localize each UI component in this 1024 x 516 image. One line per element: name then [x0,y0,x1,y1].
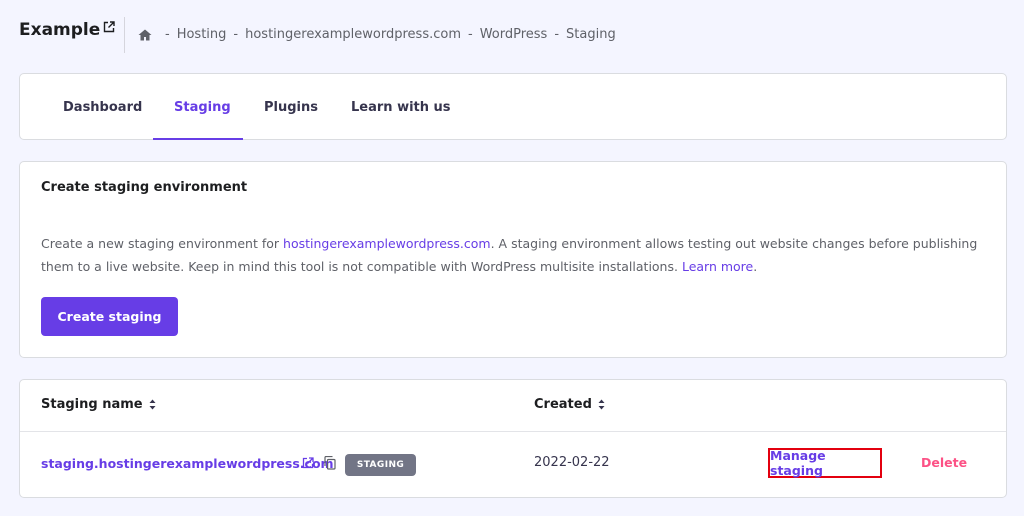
tabs-card: Dashboard Staging Plugins Learn with us [19,73,1007,140]
staging-name-link[interactable]: staging.hostingerexamplewordpress.com [41,456,334,471]
tab-learn-with-us[interactable]: Learn with us [351,74,451,140]
created-date: 2022-02-22 [534,455,610,470]
breadcrumb-separator: - [233,27,239,42]
description-text: . [753,259,758,274]
external-link-icon[interactable] [302,457,314,469]
sort-icon[interactable] [598,399,605,410]
table-row: staging.hostingerexamplewordpress.com ST… [20,432,1006,498]
create-staging-card: Create staging environment Create a new … [19,161,1007,358]
active-tab-indicator [153,138,243,140]
column-header-label: Created [534,397,592,412]
breadcrumb: - Hosting - hostingerexamplewordpress.co… [138,27,616,42]
breadcrumb-separator: - [165,27,170,42]
tab-dashboard[interactable]: Dashboard [63,74,142,140]
breadcrumb-separator: - [468,27,473,42]
create-staging-title: Create staging environment [41,180,248,195]
sort-icon[interactable] [149,399,156,410]
breadcrumb-item-staging: Staging [566,27,616,42]
domain-link[interactable]: hostingerexamplewordpress.com [283,236,491,251]
column-header-label: Staging name [41,397,143,412]
staging-badge: STAGING [345,454,416,476]
breadcrumb-item-hosting[interactable]: Hosting [177,27,227,42]
create-staging-button[interactable]: Create staging [41,297,178,336]
tab-plugins[interactable]: Plugins [264,74,318,140]
page-header: Example - Hosting - hostingerexampleword… [0,0,1024,70]
create-staging-description: Create a new staging environment for hos… [41,232,991,278]
manage-staging-link[interactable]: Manage staging [768,448,882,478]
copy-icon[interactable] [324,456,336,470]
site-title: Example [19,20,115,40]
column-header-created[interactable]: Created [534,397,605,412]
site-title-text: Example [19,20,101,40]
description-text: Create a new staging environment for [41,236,284,251]
header-divider [124,17,125,53]
staging-table: Staging name Created staging.hostingerex… [19,379,1007,498]
delete-link[interactable]: Delete [921,455,967,470]
column-header-staging-name[interactable]: Staging name [41,397,156,412]
tab-staging[interactable]: Staging [174,74,231,140]
breadcrumb-item-wordpress[interactable]: WordPress [480,27,548,42]
external-link-icon[interactable] [103,21,115,33]
home-icon[interactable] [138,29,152,41]
learn-more-link[interactable]: Learn more [682,259,753,274]
breadcrumb-item-domain[interactable]: hostingerexamplewordpress.com [245,27,461,42]
breadcrumb-separator: - [554,27,560,42]
